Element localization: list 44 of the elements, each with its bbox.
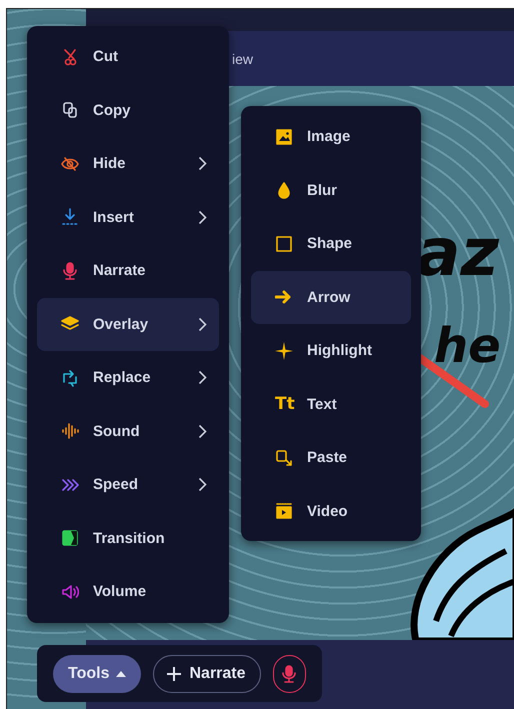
menu-item[interactable]: Shape — [251, 217, 411, 270]
sound-icon — [61, 422, 79, 440]
narrate-button[interactable]: Narrate — [153, 654, 261, 692]
caret-icon — [116, 670, 126, 676]
text-icon: Tt — [275, 395, 295, 414]
square-icon — [275, 234, 293, 253]
menu-item[interactable]: Transition — [37, 512, 219, 565]
microphone-icon — [61, 262, 79, 280]
menu-item[interactable]: Hide — [37, 137, 219, 190]
transition-icon — [61, 529, 79, 548]
image-icon — [275, 128, 293, 146]
drop-icon — [275, 181, 293, 200]
volume-icon — [61, 582, 79, 601]
menu-item[interactable]: Volume — [37, 565, 219, 618]
menu-item[interactable]: Copy — [37, 84, 219, 137]
tools-button[interactable]: Tools — [53, 654, 142, 692]
plus-icon — [166, 666, 182, 682]
menu-item[interactable]: Cut — [37, 30, 219, 84]
menu-item[interactable]: Overlay — [37, 298, 219, 351]
video-icon — [275, 502, 293, 520]
menu-item[interactable]: Highlight — [251, 324, 411, 378]
menu-item[interactable]: Insert — [37, 190, 219, 244]
view-tab[interactable]: iew — [232, 50, 254, 66]
menu-item[interactable]: Speed — [37, 458, 219, 512]
menu-item[interactable]: Tt Text — [251, 378, 411, 431]
sparkle-icon — [275, 342, 293, 360]
copy-icon — [61, 101, 79, 120]
insert-icon — [61, 208, 79, 226]
menu-item[interactable]: Sound — [37, 404, 219, 458]
slide-title-text: az — [416, 214, 499, 291]
microphone-icon — [280, 664, 298, 682]
right-arrow-icon — [275, 288, 293, 306]
menu-item[interactable]: Video — [251, 484, 411, 538]
menu-item[interactable]: Blur — [251, 164, 411, 217]
menu-item[interactable]: Replace — [37, 351, 219, 404]
menu-item[interactable]: Arrow — [251, 270, 411, 324]
microphone-button[interactable] — [272, 654, 306, 692]
menu-item[interactable]: Narrate — [37, 244, 219, 298]
slide-title-text: he — [434, 318, 501, 374]
menu-item[interactable]: Paste — [251, 431, 411, 484]
eye-off-icon — [61, 154, 79, 173]
menu-item[interactable]: Image — [251, 110, 411, 164]
replace-icon — [61, 368, 79, 387]
paste-icon — [275, 448, 293, 467]
